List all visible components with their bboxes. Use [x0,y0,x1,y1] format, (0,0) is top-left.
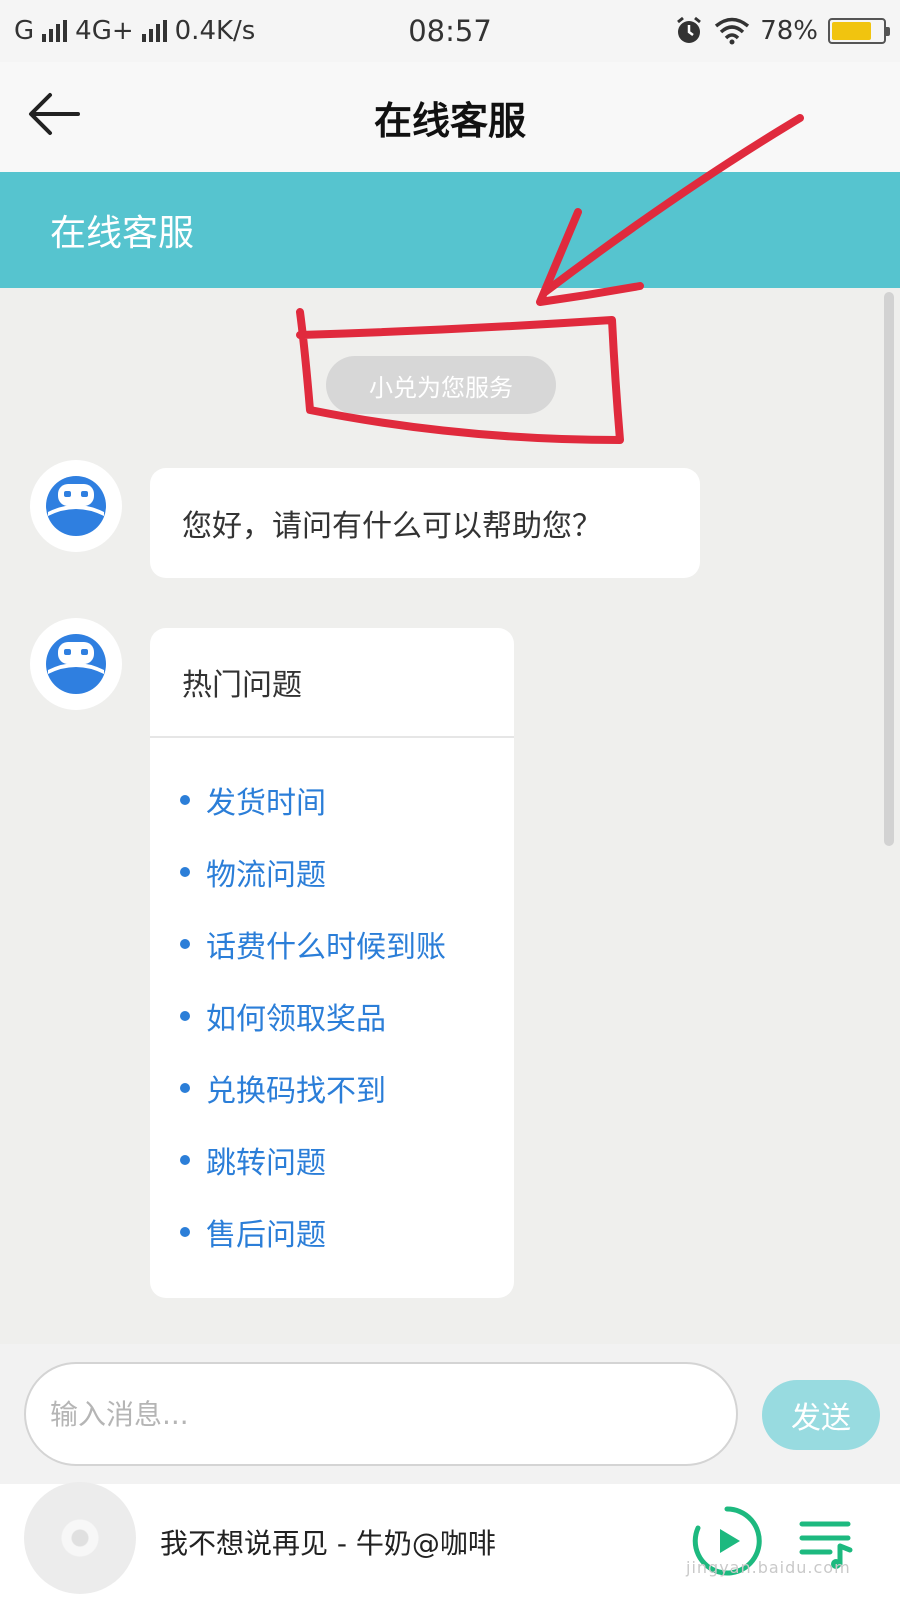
album-disc[interactable] [24,1482,136,1594]
chat-scrollbar[interactable] [884,292,894,846]
faq-item-label: 如何领取奖品 [206,1002,386,1037]
faq-item-label: 物流问题 [206,858,326,893]
agent-avatar [30,460,122,552]
battery-icon [828,18,890,44]
back-arrow-icon [29,93,80,135]
network-speed: 0.4K/s [174,16,256,46]
message-input[interactable] [24,1362,738,1466]
bullet-dot [180,939,190,949]
faq-item-shipping-time[interactable]: 发货时间 [150,764,514,836]
greeting-text: 您好，请问有什么可以帮助您？ [182,509,602,544]
faq-item-redirect[interactable]: 跳转问题 [150,1124,514,1196]
bullet-dot [180,867,190,877]
page-title: 在线客服 [373,98,526,143]
faq-item-label: 兑换码找不到 [206,1074,386,1109]
robot-avatar-icon [46,634,106,694]
back-button[interactable] [24,84,84,144]
network-type: 4G+ [75,16,134,46]
faq-list: 发货时间 物流问题 话费什么时候到账 如何领取奖品 兑换码找不到 跳转问题 售后… [150,738,514,1268]
status-left: G 4G+ 0.4K/s [14,16,334,46]
robot-avatar-icon [46,476,106,536]
faq-item-after-sales[interactable]: 售后问题 [150,1196,514,1268]
wifi-icon [715,17,750,45]
chat-area[interactable]: 小兑为您服务 您好，请问有什么可以帮助您？ 热门问题 发货时间 物流问题 话费什… [0,288,900,1344]
watermark-text: jingyan.baidu.com [686,1558,851,1577]
faq-title: 热门问题 [150,628,514,738]
carrier-label: G [14,16,35,46]
alarm-icon [677,16,702,43]
agent-avatar-2 [30,618,122,710]
bullet-dot [180,1227,190,1237]
faq-bubble: 热门问题 发货时间 物流问题 话费什么时候到账 如何领取奖品 兑换码找不到 跳转… [150,628,514,1298]
greeting-bubble: 您好，请问有什么可以帮助您？ [150,468,700,578]
battery-percent: 78% [760,16,818,46]
app-header: 在线客服 [0,62,900,172]
faq-item-label: 发货时间 [206,786,326,821]
song-title: 我不想说再见 - 牛奶@咖啡 [160,1527,496,1560]
message-input-bar: 发送 [0,1344,900,1484]
faq-item-phone-credit[interactable]: 话费什么时候到账 [150,908,514,980]
faq-item-label: 售后问题 [206,1218,326,1253]
bullet-dot [180,1011,190,1021]
bullet-dot [180,1155,190,1165]
signal-icon [42,20,68,42]
faq-item-claim-prize[interactable]: 如何领取奖品 [150,980,514,1052]
faq-item-label: 跳转问题 [206,1146,326,1181]
faq-item-label: 话费什么时候到账 [206,930,446,965]
faq-item-redeem-code[interactable]: 兑换码找不到 [150,1052,514,1124]
faq-item-logistics[interactable]: 物流问题 [150,836,514,908]
music-player-bar[interactable]: 我不想说再见 - 牛奶@咖啡 jingyan.baidu.com [0,1482,900,1600]
bullet-dot [180,1083,190,1093]
send-button[interactable]: 发送 [762,1380,880,1450]
signal-icon-2 [141,20,167,42]
status-bar: G 4G+ 0.4K/s 08:57 78% [0,0,900,62]
battery-fill [832,22,871,40]
service-tag: 小兑为您服务 [326,356,556,414]
bullet-dot [180,795,190,805]
banner-title: 在线客服 [50,213,195,254]
status-right: 78% [674,16,890,46]
service-banner: 在线客服 [0,172,900,288]
